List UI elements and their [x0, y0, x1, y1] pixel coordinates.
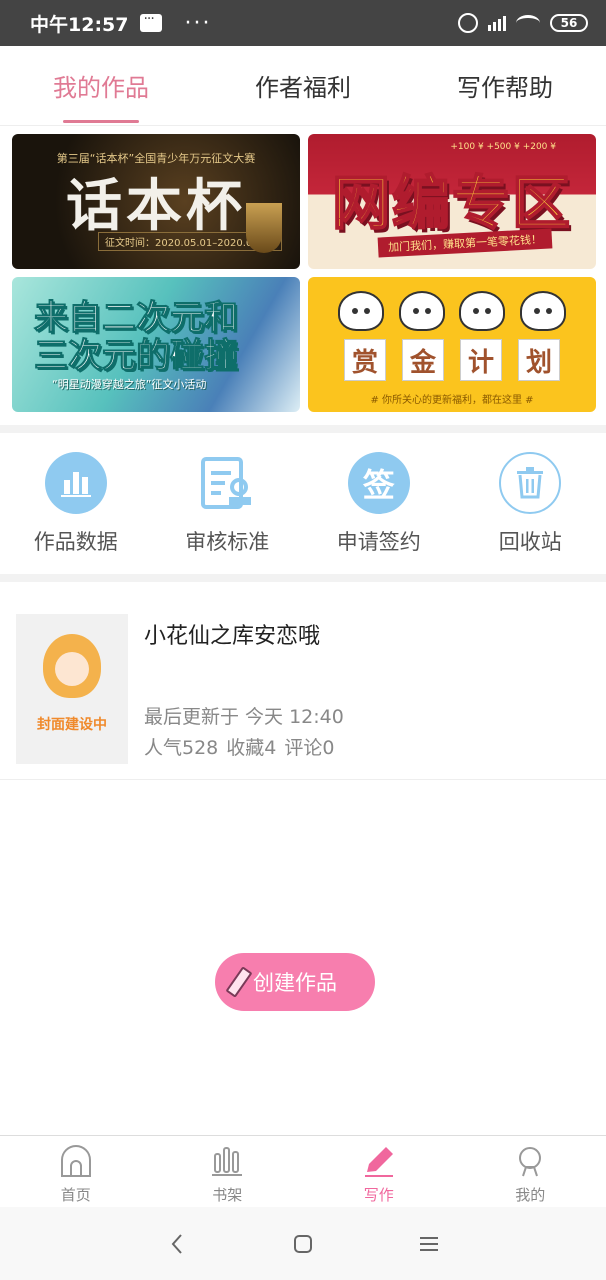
- nav-item-bookshelf[interactable]: 书架: [152, 1136, 304, 1207]
- wifi-icon: [516, 15, 540, 31]
- nav-item-home[interactable]: 首页: [0, 1136, 152, 1207]
- bar-chart-icon: [44, 452, 107, 514]
- quick-action-label: 作品数据: [33, 530, 118, 554]
- tab-author-benefits[interactable]: 作者福利: [202, 46, 404, 125]
- banner-editor-zone-title: 网编专区: [331, 168, 572, 238]
- cat-icon: [398, 291, 445, 331]
- quick-actions: 作品数据 审核标准 签 申请签约 回收站: [0, 436, 606, 574]
- nav-label: 首页: [60, 1186, 91, 1204]
- quick-action-label: 申请签约: [336, 530, 421, 554]
- work-comments: 评论0: [284, 737, 335, 759]
- status-bar: 中午12:57 ··· 56: [0, 0, 606, 46]
- nav-item-mine[interactable]: 我的: [455, 1136, 606, 1207]
- bookshelf-icon: [212, 1147, 243, 1176]
- sign-character: 签: [362, 466, 395, 504]
- bounty-word: 划: [518, 339, 560, 381]
- quick-action-review-standard[interactable]: 审核标准: [152, 436, 304, 574]
- work-favorites: 收藏4: [226, 737, 277, 759]
- quick-action-recycle-bin[interactable]: 回收站: [455, 436, 606, 574]
- work-last-update: 最后更新于 今天 12:40: [144, 706, 344, 728]
- banner-editor-zone-money: +100 ¥ +500 ¥ +200 ¥: [450, 142, 556, 152]
- bounty-word: 计: [460, 339, 502, 381]
- work-cover: 封面建设中: [16, 614, 128, 764]
- back-icon[interactable]: [165, 1232, 189, 1256]
- banner-dimension-clash[interactable]: 来自二次元和 三次元的碰撞 “明星动漫穿越之旅”征文小活动: [12, 277, 300, 412]
- cat-icon: [338, 291, 384, 331]
- nav-label: 我的: [515, 1186, 546, 1204]
- tab-writing-help[interactable]: 写作帮助: [404, 46, 606, 125]
- sign-contract-icon: 签: [347, 452, 410, 514]
- nav-item-write[interactable]: 写作: [303, 1136, 455, 1207]
- cat-icon: [519, 291, 566, 331]
- bottom-nav: 首页 书架 写作 我的: [0, 1135, 606, 1207]
- create-work-button[interactable]: 创建作品: [215, 953, 375, 1011]
- banner-huaben-cup-title: 话本杯: [66, 173, 246, 239]
- banner-huaben-cup-top-text: 第三届“话本杯”全国青少年万元征文大赛: [56, 152, 256, 165]
- cover-placeholder-text: 封面建设中: [37, 717, 107, 733]
- work-stats: 人气528 收藏4 评论0: [144, 733, 334, 760]
- trophy-icon: [246, 203, 282, 253]
- bounty-word: 金: [402, 339, 444, 381]
- banner-editor-zone[interactable]: +100 ¥ +500 ¥ +200 ¥ 网编专区 加门我们，赚取第一笔零花钱！: [308, 134, 596, 269]
- work-popularity: 人气528: [144, 737, 219, 759]
- cat-illustrations: [338, 291, 566, 331]
- banner-dimension-clash-title-line1: 来自二次元和: [34, 298, 239, 338]
- nav-label: 书架: [212, 1186, 243, 1204]
- signal-icon: [488, 15, 506, 31]
- cat-icon: [459, 291, 506, 331]
- cover-avatar-illustration: [43, 634, 101, 698]
- home-square-icon[interactable]: [291, 1232, 315, 1256]
- banner-dimension-clash-title: 来自二次元和 三次元的碰撞: [34, 298, 239, 376]
- banner-grid: 第三届“话本杯”全国青少年万元征文大赛 话本杯 征文时间：2020.05.01–…: [12, 134, 596, 412]
- bounty-word: 赏: [344, 339, 386, 381]
- pen-icon: [364, 1147, 393, 1177]
- banner-dimension-clash-subtitle: “明星动漫穿越之旅”征文小活动: [52, 378, 207, 391]
- nav-label: 写作: [363, 1186, 394, 1204]
- work-list-item[interactable]: 封面建设中 小花仙之库安恋哦 最后更新于 今天 12:40 人气528 收藏4 …: [0, 582, 606, 780]
- create-work-label: 创建作品: [253, 971, 337, 995]
- quick-action-label: 回收站: [498, 530, 562, 554]
- quick-action-work-data[interactable]: 作品数据: [0, 436, 152, 574]
- section-divider: [0, 425, 606, 433]
- banner-bounty-plan-title: 赏 金 计 划: [344, 339, 560, 381]
- system-nav-bar: [0, 1207, 606, 1280]
- quick-action-apply-sign[interactable]: 签 申请签约: [303, 436, 455, 574]
- alarm-icon: [458, 13, 478, 33]
- banner-bounty-plan-note: # 你所关心的更新福利，都在这里 #: [370, 395, 534, 406]
- status-time: 中午12:57: [30, 13, 129, 36]
- banner-huaben-cup[interactable]: 第三届“话本杯”全国青少年万元征文大赛 话本杯 征文时间：2020.05.01–…: [12, 134, 300, 269]
- quick-action-label: 审核标准: [185, 530, 270, 554]
- message-notification-icon: [140, 11, 163, 32]
- banner-dimension-clash-title-line2: 三次元的碰撞: [34, 336, 239, 376]
- review-document-icon: [196, 452, 258, 514]
- pencil-icon: [225, 966, 253, 998]
- profile-icon: [519, 1147, 542, 1177]
- work-title: 小花仙之库安恋哦: [144, 624, 321, 649]
- top-tabs: 我的作品 作者福利 写作帮助: [0, 46, 606, 126]
- tab-my-works[interactable]: 我的作品: [0, 46, 202, 125]
- trash-icon: [499, 452, 562, 514]
- banner-bounty-plan[interactable]: 赏 金 计 划 # 你所关心的更新福利，都在这里 #: [308, 277, 596, 412]
- home-icon: [60, 1145, 91, 1177]
- battery-icon: 56: [550, 14, 588, 32]
- section-divider: [0, 574, 606, 582]
- more-notifications-icon: ···: [184, 10, 212, 36]
- menu-icon[interactable]: [417, 1232, 441, 1256]
